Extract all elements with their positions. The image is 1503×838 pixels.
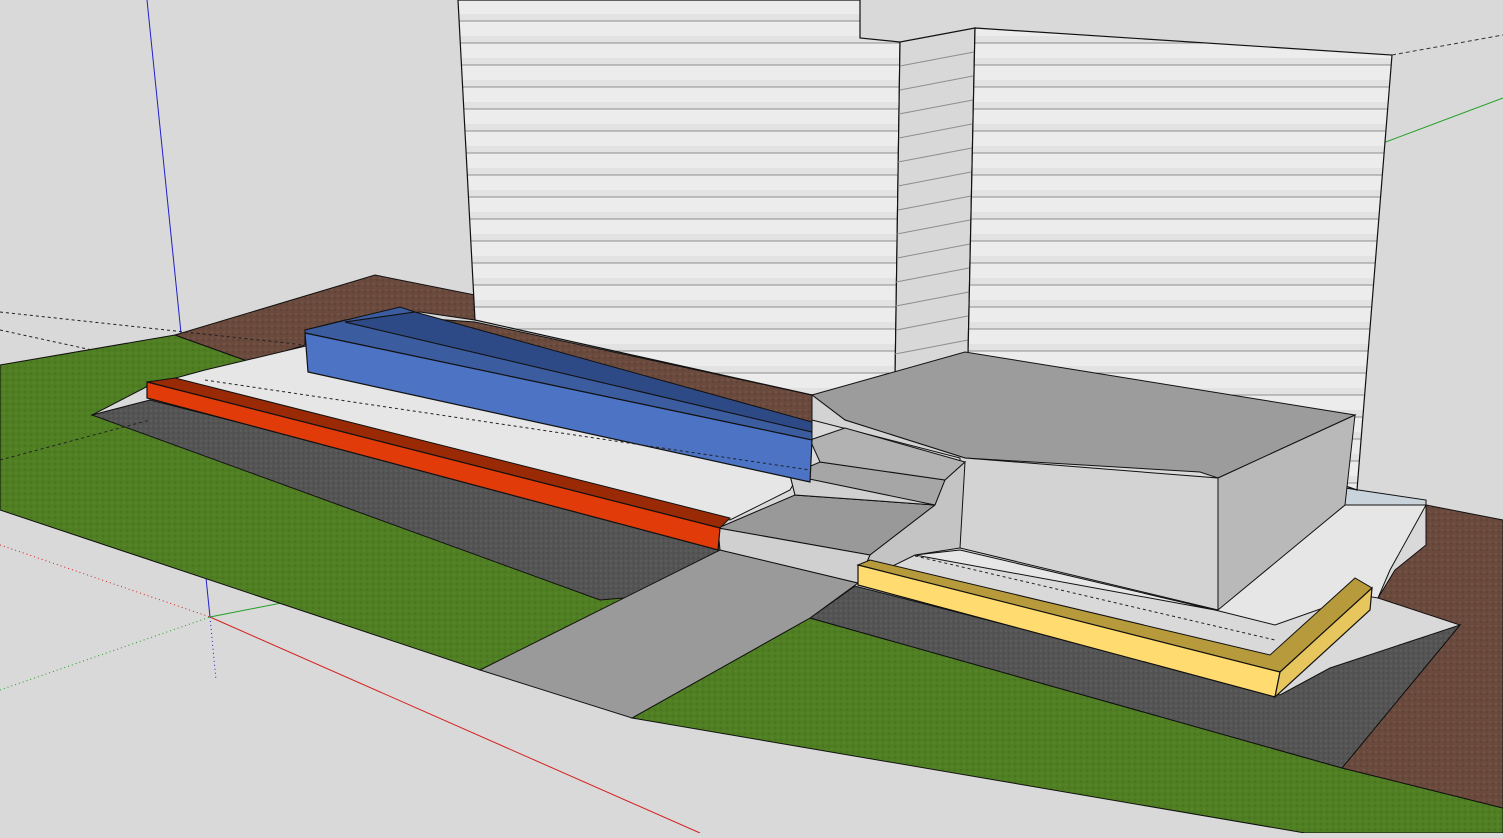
sketchup-3d-viewport[interactable]: [0, 0, 1503, 834]
house-wall-inset[interactable]: [894, 27, 976, 381]
house-roofline-dashed: [1391, 34, 1503, 56]
blue-axis-negative: [209, 616, 217, 681]
model-view[interactable]: [0, 0, 1503, 834]
green-axis-far: [1382, 97, 1503, 144]
green-axis-negative: [0, 616, 211, 691]
